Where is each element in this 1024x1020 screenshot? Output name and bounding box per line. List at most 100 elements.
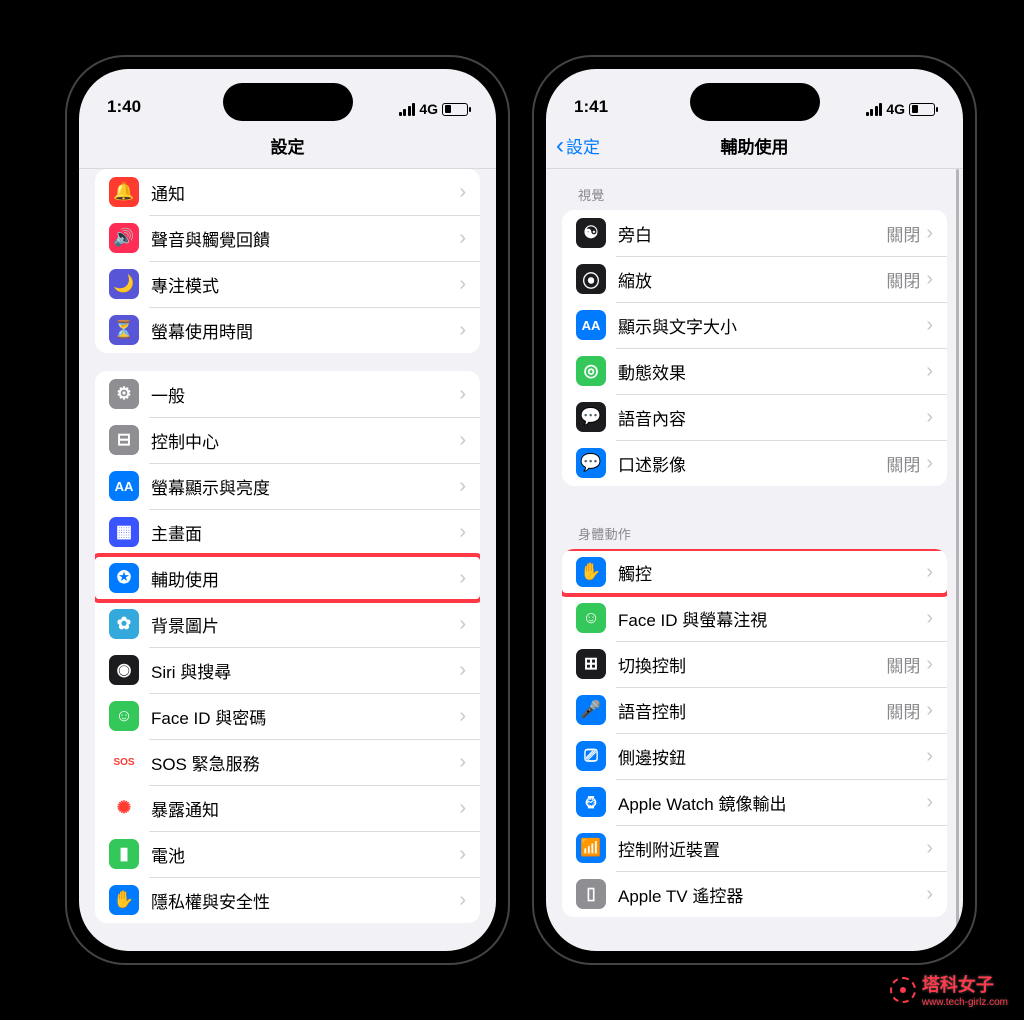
row-label: 螢幕使用時間	[151, 318, 459, 343]
general-icon: ⚙︎	[109, 379, 139, 409]
row-label: Siri 與搜尋	[151, 658, 459, 683]
accessibility-list[interactable]: 視覺☯︎旁白關閉›⦿縮放關閉›AA顯示與文字大小›◎動態效果›💬語音內容›💬口述…	[546, 169, 963, 951]
row-motion[interactable]: ◎ 動態效果›	[562, 348, 947, 394]
chevron-right-icon: ›	[926, 360, 933, 383]
row-label: 側邊按鈕	[618, 744, 926, 769]
row-label: 動態效果	[618, 359, 926, 384]
phone-settings: 1:40 4G 設定 🔔通知›🔊聲音與觸覺回饋›🌙專注模式›⏳螢幕使用時間›⚙︎…	[65, 55, 510, 965]
row-screen-time[interactable]: ⏳螢幕使用時間›	[95, 307, 480, 353]
side-button-icon: ⎚	[576, 741, 606, 771]
row-label: 背景圖片	[151, 612, 459, 637]
row-face-attn[interactable]: ☺︎Face ID 與螢幕注視›	[562, 595, 947, 641]
switch-ctrl-icon: ⊞	[576, 649, 606, 679]
chevron-right-icon: ›	[459, 475, 466, 498]
motion-icon: ◎	[576, 356, 606, 386]
row-label: 縮放	[618, 267, 886, 292]
watermark-url: www.tech-girlz.com	[922, 997, 1008, 1008]
page-title: 輔助使用	[721, 133, 789, 158]
row-sos[interactable]: SOSSOS 緊急服務›	[95, 739, 480, 785]
row-label: 專注模式	[151, 272, 459, 297]
group-g2: ⚙︎一般›⊟控制中心›AA螢幕顯示與亮度›▦主畫面›✪輔助使用›✿背景圖片›◉S…	[95, 371, 480, 923]
chevron-right-icon: ›	[459, 613, 466, 636]
row-spoken[interactable]: 💬語音內容›	[562, 394, 947, 440]
chevron-right-icon: ›	[926, 607, 933, 630]
row-wallpaper[interactable]: ✿背景圖片›	[95, 601, 480, 647]
chevron-right-icon: ›	[459, 319, 466, 342]
row-general[interactable]: ⚙︎ 一般›	[95, 371, 480, 417]
row-face-id[interactable]: ☺︎Face ID 與密碼›	[95, 693, 480, 739]
zoom-icon: ⦿	[576, 264, 606, 294]
row-label: 控制附近裝置	[618, 836, 926, 861]
row-display-text[interactable]: AA顯示與文字大小›	[562, 302, 947, 348]
apple-watch-icon: ⌚︎	[576, 787, 606, 817]
scrollbar[interactable]	[956, 169, 959, 949]
row-appletv[interactable]: ▯Apple TV 遙控器›	[562, 871, 947, 917]
row-privacy[interactable]: ✋隱私權與安全性›	[95, 877, 480, 923]
chevron-right-icon: ›	[459, 843, 466, 866]
chevron-right-icon: ›	[926, 314, 933, 337]
row-battery[interactable]: ▮ 電池›	[95, 831, 480, 877]
chevron-right-icon: ›	[459, 705, 466, 728]
phone-accessibility: 1:41 4G ‹ 設定 輔助使用 視覺☯︎旁白關閉›⦿縮放關閉›AA顯示與文字…	[532, 55, 977, 965]
settings-list[interactable]: 🔔通知›🔊聲音與觸覺回饋›🌙專注模式›⏳螢幕使用時間›⚙︎一般›⊟控制中心›AA…	[79, 169, 496, 951]
section-header: 身體動作	[562, 504, 947, 549]
row-notifications[interactable]: 🔔通知›	[95, 169, 480, 215]
row-home-screen[interactable]: ▦主畫面›	[95, 509, 480, 555]
row-sounds[interactable]: 🔊聲音與觸覺回饋›	[95, 215, 480, 261]
voice-ctrl-icon: 🎤	[576, 695, 606, 725]
row-label: 一般	[151, 382, 459, 407]
signal-icon	[866, 103, 883, 116]
accessibility-icon: ✪	[109, 563, 139, 593]
battery-icon	[909, 103, 935, 116]
chevron-right-icon: ›	[459, 797, 466, 820]
chevron-right-icon: ›	[926, 222, 933, 245]
row-control-center[interactable]: ⊟控制中心›	[95, 417, 480, 463]
row-side-button[interactable]: ⎚側邊按鈕›	[562, 733, 947, 779]
row-touch[interactable]: ✋觸控›	[562, 549, 947, 595]
appletv-icon: ▯	[576, 879, 606, 909]
row-apple-watch[interactable]: ⌚︎Apple Watch 鏡像輸出›	[562, 779, 947, 825]
section-header: 視覺	[562, 169, 947, 210]
chevron-right-icon: ›	[926, 561, 933, 584]
row-label: 電池	[151, 842, 459, 867]
row-label: 主畫面	[151, 520, 459, 545]
back-label: 設定	[566, 133, 600, 158]
chevron-right-icon: ›	[926, 452, 933, 475]
row-zoom[interactable]: ⦿ 縮放關閉 ›	[562, 256, 947, 302]
page-title: 設定	[271, 133, 305, 158]
chevron-right-icon: ›	[459, 659, 466, 682]
group-0: ☯︎旁白關閉›⦿縮放關閉›AA顯示與文字大小›◎動態效果›💬語音內容›💬口述影像…	[562, 210, 947, 486]
row-label: 顯示與文字大小	[618, 313, 926, 338]
chevron-right-icon: ›	[459, 521, 466, 544]
row-nearby[interactable]: 📶控制附近裝置›	[562, 825, 947, 871]
battery-icon: ▮	[109, 839, 139, 869]
status-time: 1:41	[574, 97, 608, 117]
face-id-icon: ☺︎	[109, 701, 139, 731]
row-label: 控制中心	[151, 428, 459, 453]
row-switch-ctrl[interactable]: ⊞切換控制關閉›	[562, 641, 947, 687]
row-label: 觸控	[618, 560, 926, 585]
row-focus[interactable]: 🌙專注模式›	[95, 261, 480, 307]
row-exposure[interactable]: ✺暴露通知›	[95, 785, 480, 831]
row-value: 關閉	[886, 221, 920, 246]
chevron-right-icon: ›	[926, 268, 933, 291]
focus-icon: 🌙	[109, 269, 139, 299]
chevron-right-icon: ›	[459, 383, 466, 406]
network-label: 4G	[886, 101, 905, 117]
row-label: 螢幕顯示與亮度	[151, 474, 459, 499]
signal-icon	[399, 103, 416, 116]
voiceover-icon: ☯︎	[576, 218, 606, 248]
row-accessibility[interactable]: ✪輔助使用›	[95, 555, 480, 601]
battery-icon	[442, 103, 468, 116]
row-audio-desc[interactable]: 💬口述影像關閉›	[562, 440, 947, 486]
row-voiceover[interactable]: ☯︎旁白關閉›	[562, 210, 947, 256]
back-button[interactable]: ‹ 設定	[556, 133, 600, 158]
row-display[interactable]: AA螢幕顯示與亮度›	[95, 463, 480, 509]
row-value: 關閉	[886, 267, 920, 292]
privacy-icon: ✋	[109, 885, 139, 915]
row-voice-ctrl[interactable]: 🎤語音控制關閉›	[562, 687, 947, 733]
spoken-icon: 💬	[576, 402, 606, 432]
siri-icon: ◉	[109, 655, 139, 685]
row-label: 輔助使用	[151, 566, 459, 591]
row-siri[interactable]: ◉ Siri 與搜尋›	[95, 647, 480, 693]
